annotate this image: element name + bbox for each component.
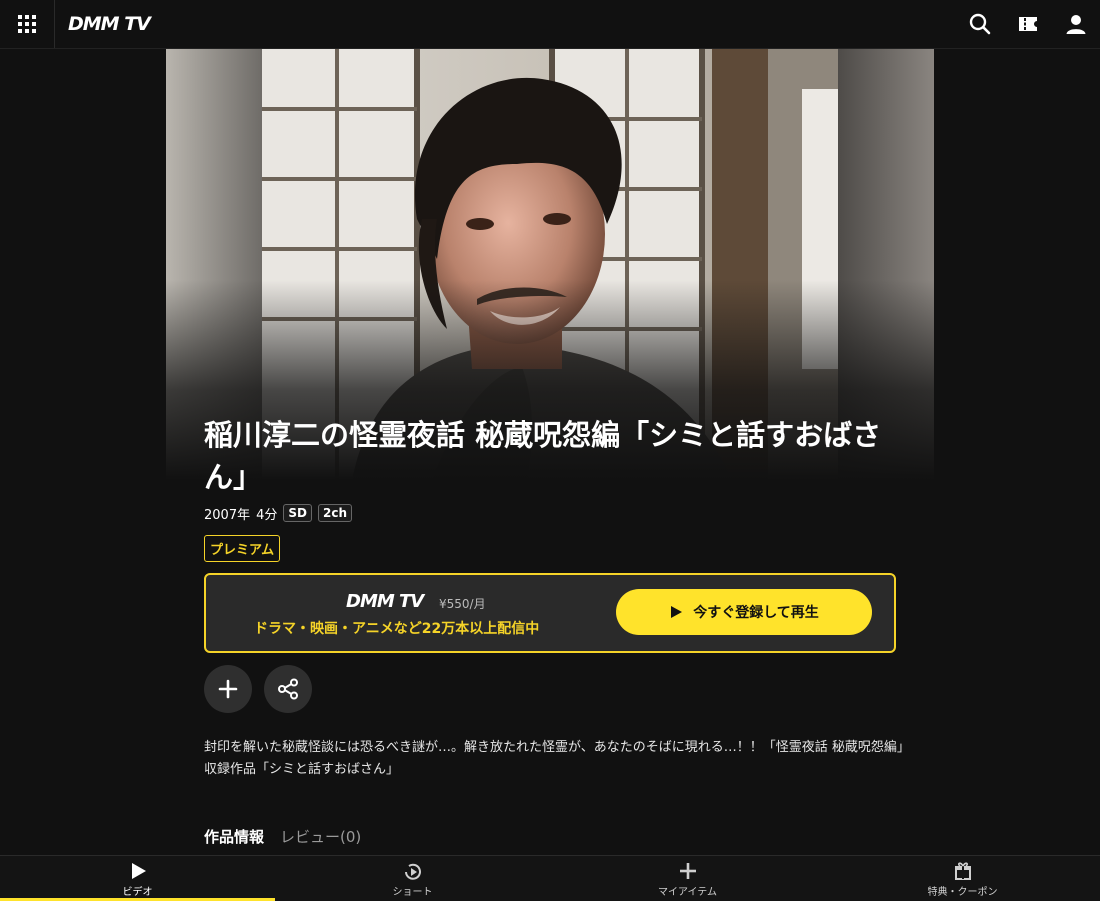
- tab-review[interactable]: レビュー(0): [280, 826, 361, 847]
- video-meta: 2007年 4分 SD 2ch: [204, 502, 352, 524]
- plus-icon: [679, 863, 696, 879]
- subscribe-price: ¥550/月: [439, 597, 486, 611]
- audio-badge: 2ch: [317, 504, 352, 522]
- add-to-list-button[interactable]: [204, 665, 252, 713]
- subscribe-play-label: 今すぐ登録して再生: [693, 605, 819, 621]
- share-button[interactable]: [264, 665, 312, 713]
- premium-badge: プレミアム: [204, 535, 281, 562]
- nav-video-label: ビデオ: [122, 887, 153, 898]
- detail-tabs: 作品情報 レビュー(0): [204, 826, 361, 847]
- grid-menu-icon: [18, 15, 36, 33]
- description: 封印を解いた秘蔵怪談には恐るべき謎が…。解き放たれた怪霊が、あなたのそばに現れる…: [204, 740, 904, 777]
- nav-benefits[interactable]: 特典・クーポン: [825, 856, 1100, 901]
- subscribe-play-button[interactable]: 今すぐ登録して再生: [616, 589, 872, 635]
- share-icon: [278, 678, 298, 700]
- nav-video[interactable]: ビデオ: [0, 856, 275, 901]
- play-icon: [131, 863, 146, 879]
- search-icon[interactable]: [968, 12, 992, 36]
- gift-icon: [954, 862, 971, 880]
- quality-badge: SD: [283, 504, 312, 522]
- subscribe-banner: DMM TV ¥550/月 ドラマ・映画・アニメなど22万本以上配信中 今すぐ登…: [204, 573, 896, 653]
- play-icon: [671, 606, 683, 618]
- bottom-nav: ビデオ ショート マイアイテム 特典・クーポン: [0, 855, 1100, 901]
- nav-my-items-label: マイアイテム: [658, 887, 717, 898]
- user-icon[interactable]: [1064, 12, 1088, 36]
- short-play-icon: [404, 863, 421, 880]
- duration: 4分: [256, 507, 278, 523]
- dmm-tv-logo[interactable]: DMM TV: [68, 13, 151, 35]
- page-title: 稲川淳二の怪霊夜話 秘蔵呪怨編「シミと話すおばさん」: [204, 418, 882, 494]
- release-year: 2007年: [204, 507, 251, 523]
- nav-benefits-label: 特典・クーポン: [927, 887, 998, 898]
- subscribe-logo: DMM TV: [346, 591, 424, 612]
- nav-short[interactable]: ショート: [275, 856, 550, 901]
- subscribe-copy: ドラマ・映画・アニメなど22万本以上配信中: [254, 621, 540, 637]
- top-header: DMM TV: [0, 0, 1100, 49]
- tab-info[interactable]: 作品情報: [204, 826, 264, 847]
- grid-menu-button[interactable]: [0, 0, 55, 48]
- ticket-icon[interactable]: [1016, 12, 1040, 36]
- add-icon: [218, 679, 238, 699]
- nav-my-items[interactable]: マイアイテム: [550, 856, 825, 901]
- nav-short-label: ショート: [392, 887, 433, 898]
